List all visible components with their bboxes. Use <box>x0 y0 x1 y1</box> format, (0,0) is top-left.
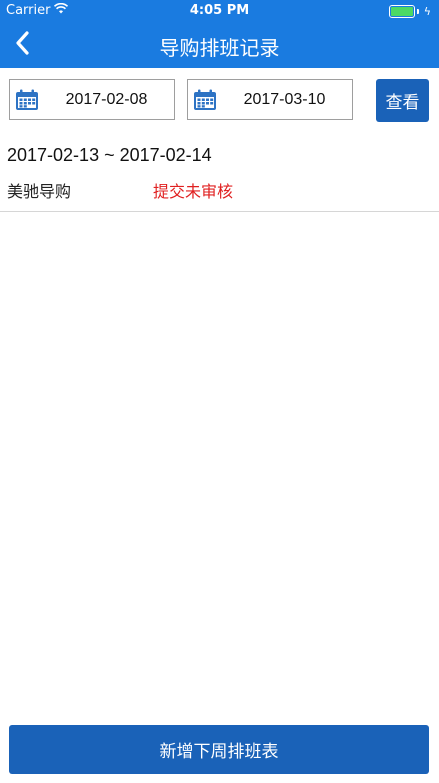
record-guide-name: 美驰导购 <box>7 182 72 201</box>
status-bar: Carrier 4:05 PM ϟ <box>0 0 439 22</box>
charging-icon: ϟ <box>423 5 431 18</box>
record-date-range: 2017-02-13 ~ 2017-02-14 <box>7 145 212 165</box>
battery-icon: ϟ <box>388 5 431 18</box>
add-next-week-schedule-button[interactable]: 新增下周排班表 <box>9 725 429 774</box>
calendar-icon <box>193 89 217 111</box>
page-title: 导购排班记录 <box>159 36 280 60</box>
start-date-field[interactable]: 2017-02-08 <box>9 79 175 120</box>
schedule-record-item[interactable]: 2017-02-13 ~ 2017-02-14 美驰导购 提交未审核 <box>0 140 439 212</box>
view-button[interactable]: 查看 <box>376 79 429 122</box>
record-status: 提交未审核 <box>153 182 234 201</box>
header-bar: Carrier 4:05 PM ϟ 导购排班记录 <box>0 0 439 68</box>
date-filter-bar: 2017-02-08 2017-03-10 查看 <box>0 78 439 124</box>
clock: 4:05 PM <box>189 3 250 18</box>
end-date-value: 2017-03-10 <box>243 90 326 108</box>
end-date-field[interactable]: 2017-03-10 <box>187 79 353 120</box>
navigation-bar: 导购排班记录 <box>0 22 439 68</box>
start-date-value: 2017-02-08 <box>65 90 148 108</box>
calendar-icon <box>15 89 39 111</box>
